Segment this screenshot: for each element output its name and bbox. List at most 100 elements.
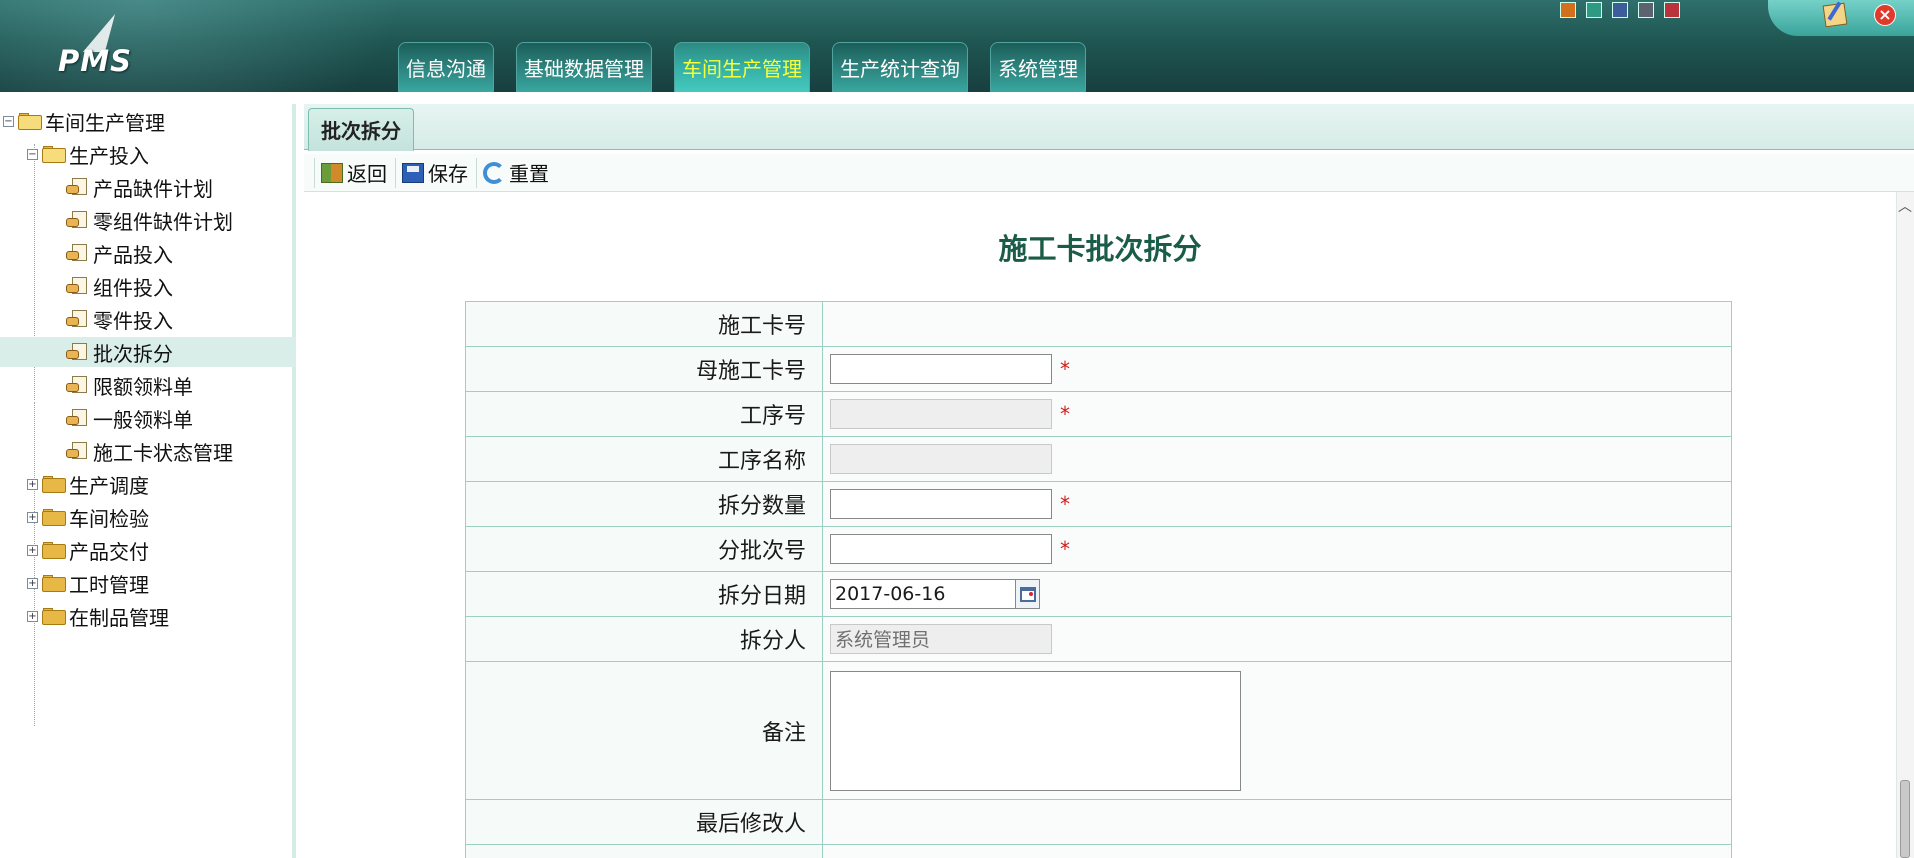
expand-icon[interactable]: + [27, 478, 38, 490]
label-parent-card-no: 母施工卡号 [465, 346, 823, 392]
label-split-date: 拆分日期 [465, 571, 823, 617]
tree-item-part-shortage-plan[interactable]: 零组件缺件计划 [0, 205, 296, 235]
theme-swatch-red[interactable] [1664, 2, 1680, 18]
value-card-no [822, 301, 1732, 347]
back-button[interactable]: 返回 [314, 157, 395, 188]
label-process-no: 工序号 [465, 391, 823, 437]
tree-item-part-input[interactable]: 零件投入 [0, 304, 296, 334]
collapse-icon[interactable]: − [3, 115, 14, 127]
row-last-modifier: 最后修改人 [465, 799, 1732, 845]
tree-group-work-hours[interactable]: + 工时管理 [0, 568, 296, 598]
parent-card-no-input[interactable] [830, 354, 1052, 384]
tree-label: 一般领料单 [93, 407, 193, 432]
folder-icon [42, 508, 66, 526]
tree-label: 生产投入 [69, 143, 149, 168]
theme-swatch-orange[interactable] [1560, 2, 1576, 18]
row-splitter: 拆分人 系统管理员 [465, 616, 1732, 662]
sidebar-tree: − 车间生产管理 − 生产投入 产品缺件计划 零组件缺件计划 产品投入 组件投入… [0, 104, 296, 858]
required-mark: * [1060, 402, 1070, 426]
save-button[interactable]: 保存 [395, 157, 476, 188]
row-remark: 备注 [465, 661, 1732, 800]
save-icon [402, 162, 424, 183]
theme-swatches [1560, 2, 1680, 18]
nav-tab-workshop[interactable]: 车间生产管理 [674, 42, 810, 92]
tree-item-product-shortage-plan[interactable]: 产品缺件计划 [0, 172, 296, 202]
process-no-input [830, 399, 1052, 429]
expand-icon[interactable]: + [27, 511, 38, 523]
reset-label: 重置 [509, 162, 549, 186]
split-qty-input[interactable] [830, 489, 1052, 519]
edit-icon[interactable] [1822, 2, 1848, 28]
page-hand-icon [66, 177, 90, 197]
reset-icon [483, 161, 505, 184]
top-header: PMS 信息沟通 基础数据管理 车间生产管理 生产统计查询 系统管理 × [0, 0, 1914, 92]
label-remark: 备注 [465, 661, 823, 800]
close-icon[interactable]: × [1874, 4, 1896, 26]
vertical-scrollbar[interactable] [1896, 192, 1914, 858]
scroll-thumb[interactable] [1900, 780, 1910, 858]
tree-group-inspection[interactable]: + 车间检验 [0, 502, 296, 532]
folder-open-icon [18, 112, 42, 130]
collapse-icon[interactable]: − [27, 148, 38, 160]
theme-swatch-gray[interactable] [1638, 2, 1654, 18]
batch-no-input[interactable] [830, 534, 1052, 564]
tree-label: 施工卡状态管理 [93, 440, 233, 465]
tree-label: 工时管理 [69, 572, 149, 597]
label-batch-no: 分批次号 [465, 526, 823, 572]
save-label: 保存 [428, 162, 468, 186]
required-mark: * [1060, 357, 1070, 381]
page-hand-icon [66, 375, 90, 395]
tree-group-production-input[interactable]: − 生产投入 [0, 139, 296, 169]
row-process-no: 工序号 * [465, 391, 1732, 437]
theme-swatch-green[interactable] [1586, 2, 1602, 18]
nav-tab-system[interactable]: 系统管理 [990, 42, 1086, 92]
tree-item-card-status[interactable]: 施工卡状态管理 [0, 436, 296, 466]
tree-root-workshop[interactable]: − 车间生产管理 [0, 106, 296, 136]
nav-tab-base-data[interactable]: 基础数据管理 [516, 42, 652, 92]
split-date-picker: 2017-06-16 [830, 579, 1040, 609]
tree-group-delivery[interactable]: + 产品交付 [0, 535, 296, 565]
toolbar: 返回 保存 重置 [304, 154, 1914, 192]
reset-button[interactable]: 重置 [476, 157, 557, 188]
expand-icon[interactable]: + [27, 577, 38, 589]
split-date-input[interactable]: 2017-06-16 [830, 579, 1016, 609]
splitter-input: 系统管理员 [830, 624, 1052, 654]
tree-item-general-requisition[interactable]: 一般领料单 [0, 403, 296, 433]
page-hand-icon [66, 276, 90, 296]
pms-logo: PMS [54, 14, 144, 80]
label-split-qty: 拆分数量 [465, 481, 823, 527]
main-nav: 信息沟通 基础数据管理 车间生产管理 生产统计查询 系统管理 [398, 42, 1086, 92]
page-hand-icon [66, 243, 90, 263]
tree-label: 产品投入 [93, 242, 173, 267]
folder-icon [42, 475, 66, 493]
calendar-button[interactable] [1016, 579, 1040, 609]
nav-tab-statistics[interactable]: 生产统计查询 [832, 42, 968, 92]
expand-icon[interactable]: + [27, 544, 38, 556]
tree-label: 零组件缺件计划 [93, 209, 233, 234]
expand-icon[interactable]: + [27, 610, 38, 622]
page-hand-icon [66, 408, 90, 428]
process-name-input [830, 444, 1052, 474]
tree-group-scheduling[interactable]: + 生产调度 [0, 469, 296, 499]
form-content: 施工卡批次拆分 施工卡号 母施工卡号 * 工序号 * 工序名称 拆分数量 * 分… [304, 192, 1896, 858]
tree-item-assembly-input[interactable]: 组件投入 [0, 271, 296, 301]
nav-tab-info[interactable]: 信息沟通 [398, 42, 494, 92]
label-last-modifier: 最后修改人 [465, 799, 823, 845]
back-label: 返回 [347, 162, 387, 186]
scroll-up-arrow-icon[interactable]: ︿ [1898, 200, 1912, 214]
header-divider [0, 92, 1914, 104]
tree-label: 批次拆分 [93, 341, 173, 366]
tab-batch-split[interactable]: 批次拆分 [308, 108, 414, 151]
tree-label: 生产调度 [69, 473, 149, 498]
tree-item-batch-split[interactable]: 批次拆分 [0, 337, 296, 367]
theme-swatch-blue[interactable] [1612, 2, 1628, 18]
required-mark: * [1060, 537, 1070, 561]
tree-item-product-input[interactable]: 产品投入 [0, 238, 296, 268]
tree-item-quota-requisition[interactable]: 限额领料单 [0, 370, 296, 400]
row-batch-no: 分批次号 * [465, 526, 1732, 572]
split-form-table: 施工卡号 母施工卡号 * 工序号 * 工序名称 拆分数量 * 分批次号 * 拆分… [465, 301, 1732, 858]
remark-textarea[interactable] [830, 670, 1241, 791]
tree-group-wip[interactable]: + 在制品管理 [0, 601, 296, 631]
calendar-icon [1019, 586, 1036, 602]
required-mark: * [1060, 492, 1070, 516]
